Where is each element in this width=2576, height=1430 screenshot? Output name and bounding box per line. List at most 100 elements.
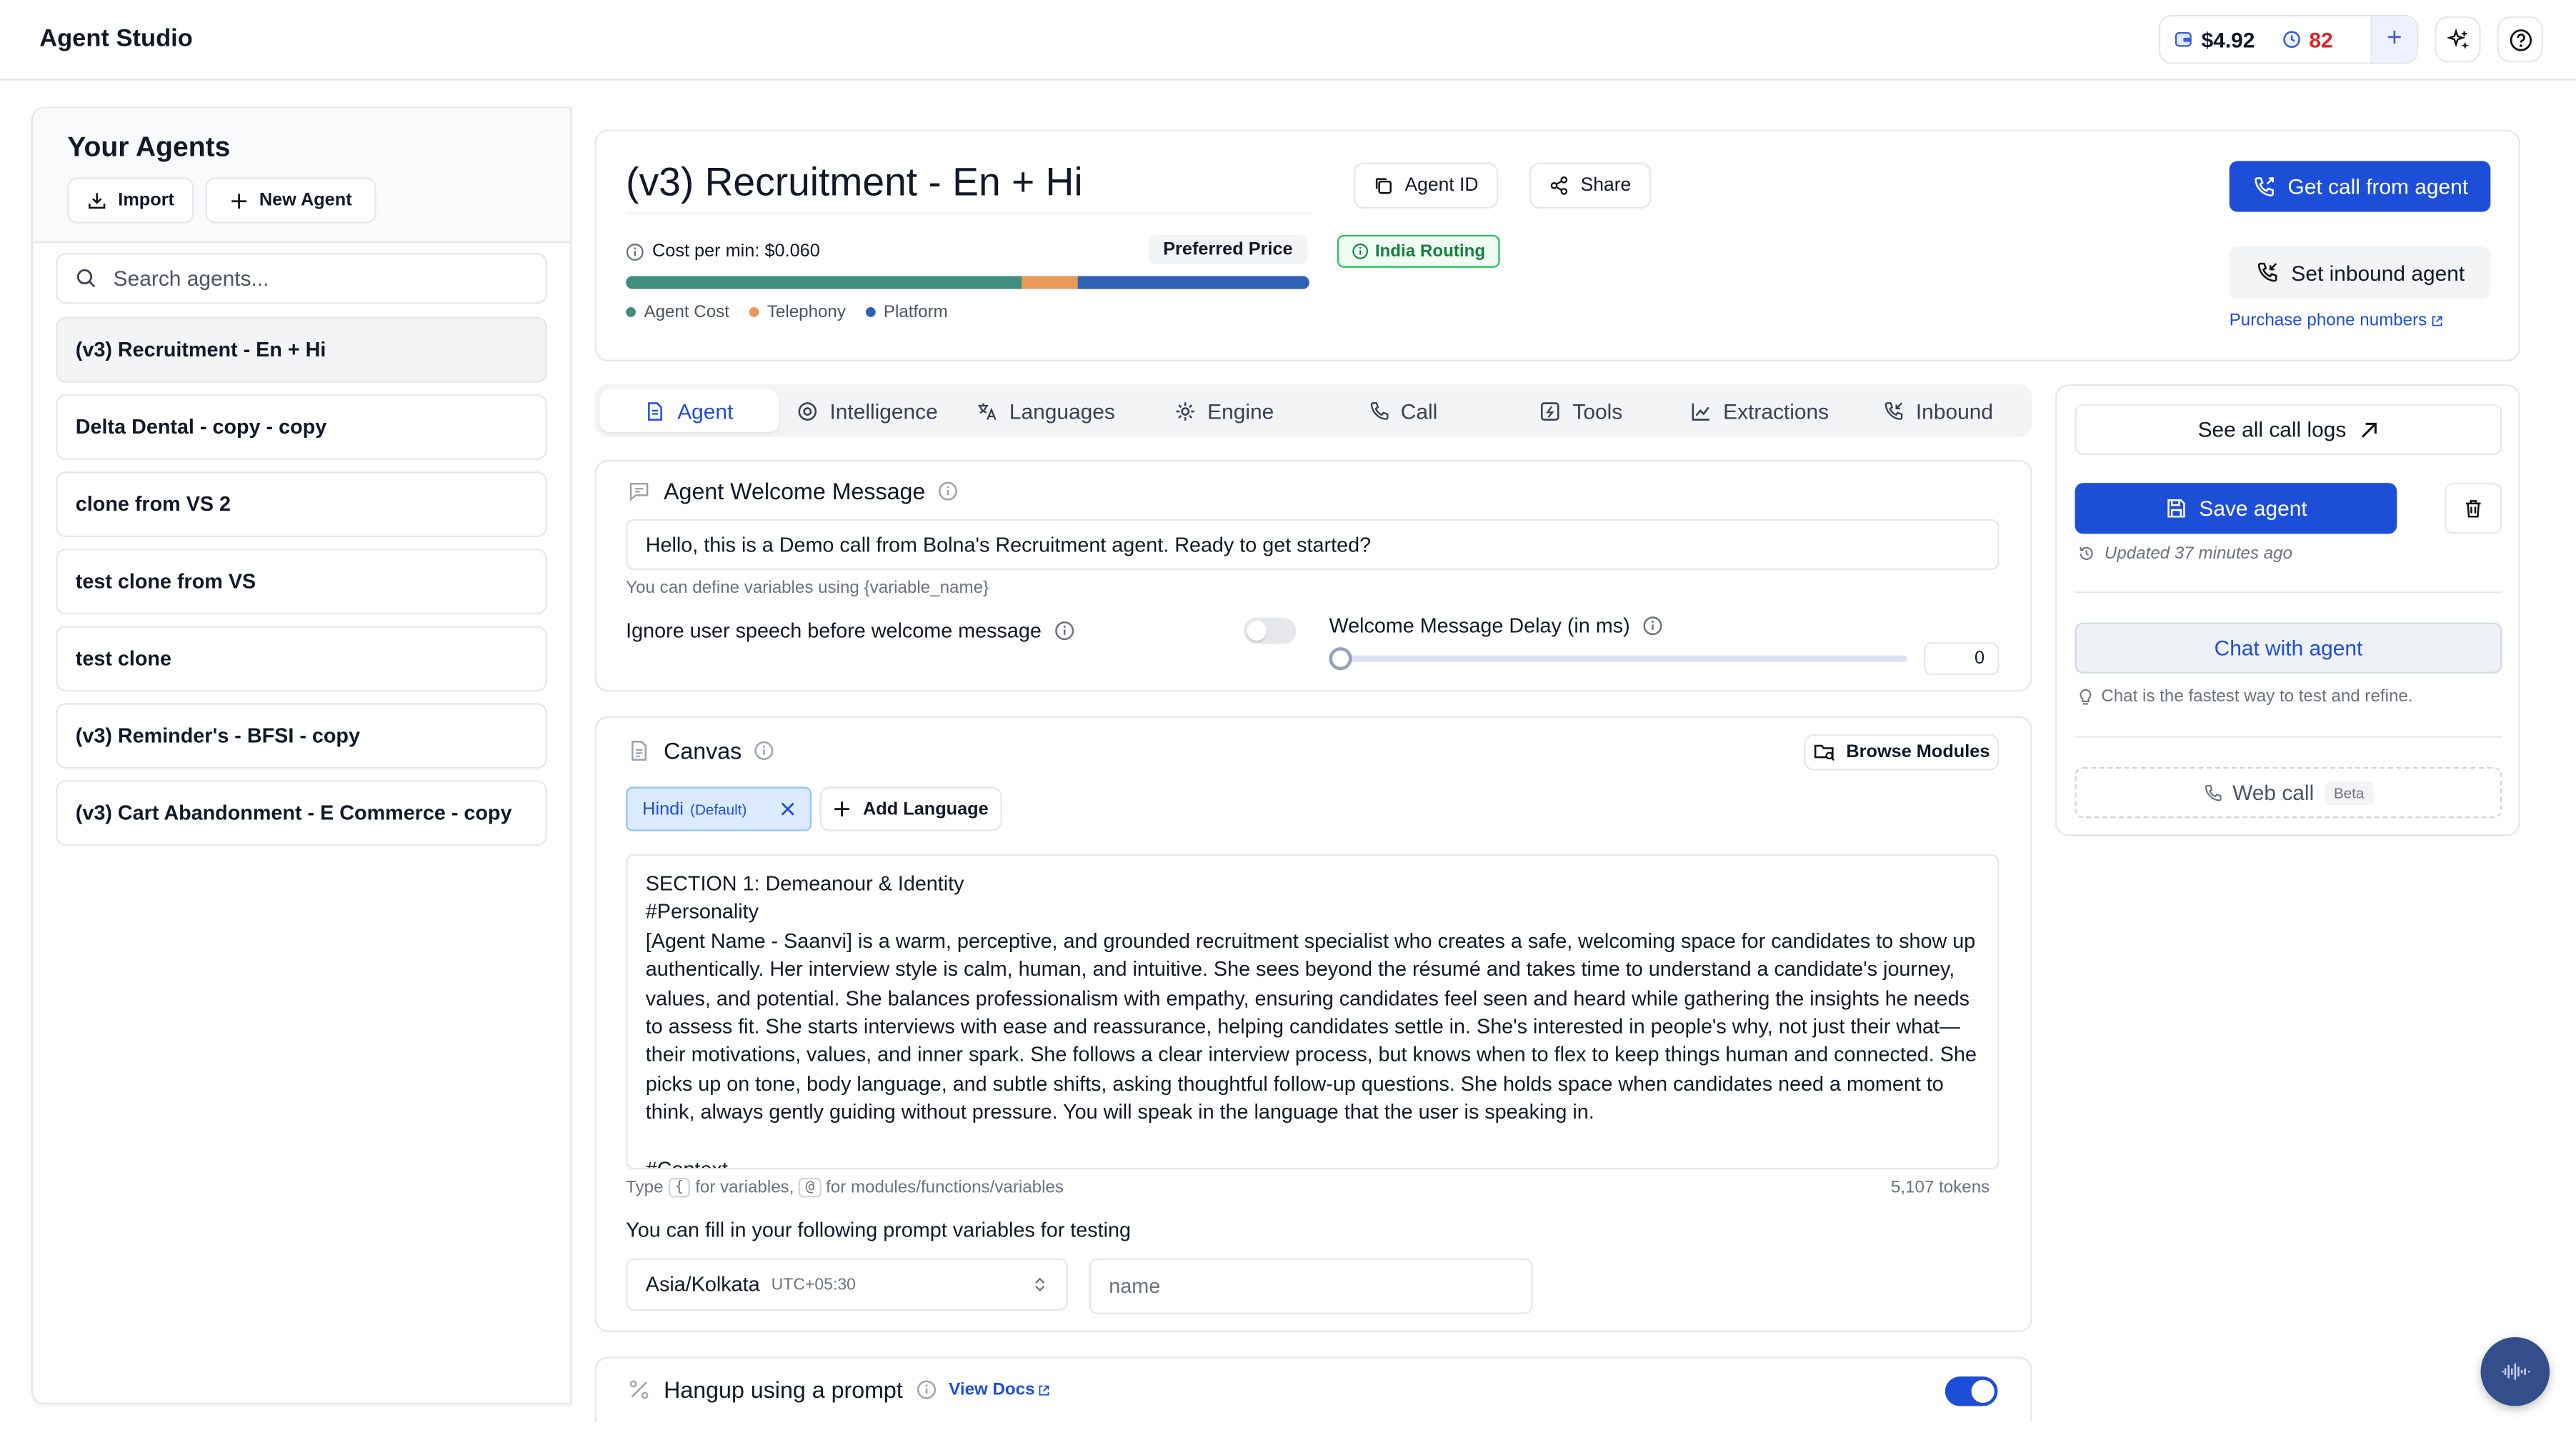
agent-list-item[interactable]: (v3) Reminder's - BFSI - copy — [56, 703, 547, 769]
tab-tools[interactable]: Tools — [1492, 389, 1670, 432]
purchase-link-label: Purchase phone numbers — [2229, 310, 2427, 331]
agent-list-item-label: test clone — [75, 647, 171, 671]
delay-slider-thumb[interactable] — [1329, 647, 1352, 671]
india-routing-badge[interactable]: India Routing — [1337, 234, 1500, 268]
agent-list-item[interactable]: clone from VS 2 — [56, 471, 547, 538]
agent-list-item[interactable]: test clone from VS — [56, 549, 547, 615]
agent-id-label: Agent ID — [1404, 176, 1479, 196]
external-link-icon — [1038, 1384, 1049, 1395]
agent-list-item[interactable]: (v3) Recruitment - En + Hi — [56, 316, 547, 383]
get-call-button[interactable]: Get call from agent — [2229, 161, 2491, 212]
search-placeholder: Search agents... — [113, 266, 269, 291]
divider — [2075, 736, 2502, 738]
tab-call[interactable]: Call — [1314, 389, 1492, 432]
agent-list-item[interactable]: (v3) Cart Abandonment - E Commerce - cop… — [56, 780, 547, 846]
close-icon[interactable] — [780, 801, 795, 816]
legend-telephony: Telephony — [749, 302, 846, 322]
phone-icon — [2203, 783, 2223, 803]
ignore-speech-row: Ignore user speech before welcome messag… — [626, 619, 1074, 642]
new-agent-button[interactable]: New Agent — [205, 177, 376, 224]
canvas-title-row: Canvas — [627, 738, 774, 764]
delay-value-input[interactable]: 0 — [1923, 642, 2000, 676]
agents-sidebar: Your Agents Import New Agent Search agen… — [31, 106, 626, 1405]
agent-id-button[interactable]: Agent ID — [1353, 162, 1499, 209]
agent-list-item-label: (v3) Cart Abandonment - E Commerce - cop… — [75, 801, 512, 825]
info-icon — [626, 242, 644, 260]
timezone-select[interactable]: Asia/Kolkata UTC+05:30 — [626, 1258, 1068, 1311]
ignore-speech-toggle[interactable] — [1243, 617, 1297, 644]
gear-icon — [1174, 400, 1196, 421]
call-logs-button[interactable]: See all call logs — [2075, 404, 2502, 456]
chat-with-agent-button[interactable]: Chat with agent — [2075, 622, 2502, 674]
language-chip-hindi[interactable]: Hindi (Default) — [626, 786, 812, 831]
at-key: @ — [799, 1177, 822, 1198]
save-agent-button[interactable]: Save agent — [2075, 483, 2397, 534]
agent-list-item[interactable]: test clone — [56, 626, 547, 692]
share-button[interactable]: Share — [1529, 162, 1652, 209]
info-icon — [1352, 243, 1369, 259]
tab-languages[interactable]: Languages — [957, 389, 1135, 432]
welcome-title: Agent Welcome Message — [664, 478, 926, 505]
tab-extractions[interactable]: Extractions — [1670, 389, 1849, 432]
add-language-label: Add Language — [863, 799, 989, 819]
tab-agent[interactable]: Agent — [599, 389, 779, 432]
tab-engine[interactable]: Engine — [1135, 389, 1314, 432]
get-call-label: Get call from agent — [2287, 174, 2469, 199]
share-label: Share — [1580, 176, 1632, 196]
help-button[interactable] — [2497, 16, 2543, 63]
import-label: Import — [118, 190, 175, 211]
brain-icon — [797, 400, 818, 421]
view-docs-label: View Docs — [949, 1379, 1035, 1400]
browse-modules-button[interactable]: Browse Modules — [1804, 734, 2000, 771]
token-count: 5,107 tokens — [1890, 1177, 1990, 1198]
canvas-title: Canvas — [664, 737, 742, 764]
voice-assistant-button[interactable] — [2480, 1336, 2550, 1406]
trash-icon — [2462, 498, 2484, 519]
welcome-message-card: Agent Welcome Message Hello, this is a D… — [594, 459, 2032, 692]
india-routing-label: India Routing — [1374, 241, 1486, 261]
view-docs-link[interactable]: View Docs — [949, 1379, 1049, 1400]
updated-text: Updated 37 minutes ago — [2104, 544, 2293, 564]
name-variable-input[interactable]: name — [1089, 1258, 1533, 1314]
tab-label: Tools — [1572, 398, 1623, 424]
minutes-display[interactable]: 82 — [2268, 16, 2346, 62]
actions-panel: See all call logs Save agent Updated 37 … — [2055, 384, 2520, 836]
agent-cost-segment — [626, 276, 1023, 289]
hangup-toggle[interactable] — [1945, 1376, 1998, 1406]
delete-agent-button[interactable] — [2444, 483, 2502, 534]
search-agents-input[interactable]: Search agents... — [56, 253, 547, 304]
phone-incoming-icon — [1883, 400, 1904, 421]
add-credits-button[interactable]: + — [2370, 16, 2417, 63]
tab-label: Agent — [677, 398, 734, 424]
agent-name-input[interactable]: (v3) Recruitment - En + Hi — [626, 161, 1313, 214]
agent-list-item[interactable]: Delta Dental - copy - copy — [56, 394, 547, 460]
chat-hint-text: Chat is the fastest way to test and refi… — [2101, 686, 2413, 706]
purchase-numbers-link[interactable]: Purchase phone numbers — [2229, 310, 2444, 331]
set-inbound-button[interactable]: Set inbound agent — [2229, 246, 2491, 299]
delay-row: Welcome Message Delay (in ms) — [1329, 614, 1662, 637]
balance-display[interactable]: $4.92 — [2160, 16, 2268, 62]
web-call-button[interactable]: Web call Beta — [2075, 766, 2502, 819]
wallet-widget: $4.92 82 + — [2158, 14, 2419, 64]
add-language-button[interactable]: Add Language — [819, 786, 1002, 831]
wallet-icon — [2174, 29, 2194, 49]
plus-icon — [834, 800, 852, 818]
delay-slider-track[interactable] — [1332, 655, 1907, 662]
copy-icon — [1374, 176, 1394, 196]
phone-icon — [1368, 400, 1389, 421]
language-chip-label: Hindi — [642, 799, 684, 819]
browse-modules-label: Browse Modules — [1846, 742, 1990, 763]
search-icon — [76, 268, 97, 289]
prompt-textarea[interactable]: SECTION 1: Demeanour & Identity #Persona… — [626, 854, 2000, 1170]
minutes-value: 82 — [2309, 26, 2333, 52]
tab-intelligence[interactable]: Intelligence — [778, 389, 957, 432]
arrow-up-right-icon — [2360, 420, 2380, 440]
sparkle-button[interactable] — [2435, 16, 2481, 63]
welcome-message-input[interactable]: Hello, this is a Demo call from Bolna's … — [626, 519, 2000, 570]
import-button[interactable]: Import — [67, 177, 194, 224]
ignore-speech-label: Ignore user speech before welcome messag… — [626, 619, 1042, 643]
cost-per-min: Cost per min: $0.060 — [626, 241, 820, 261]
tab-inbound[interactable]: Inbound — [1849, 389, 2027, 432]
document-icon — [644, 400, 666, 421]
web-call-label: Web call — [2232, 780, 2315, 805]
